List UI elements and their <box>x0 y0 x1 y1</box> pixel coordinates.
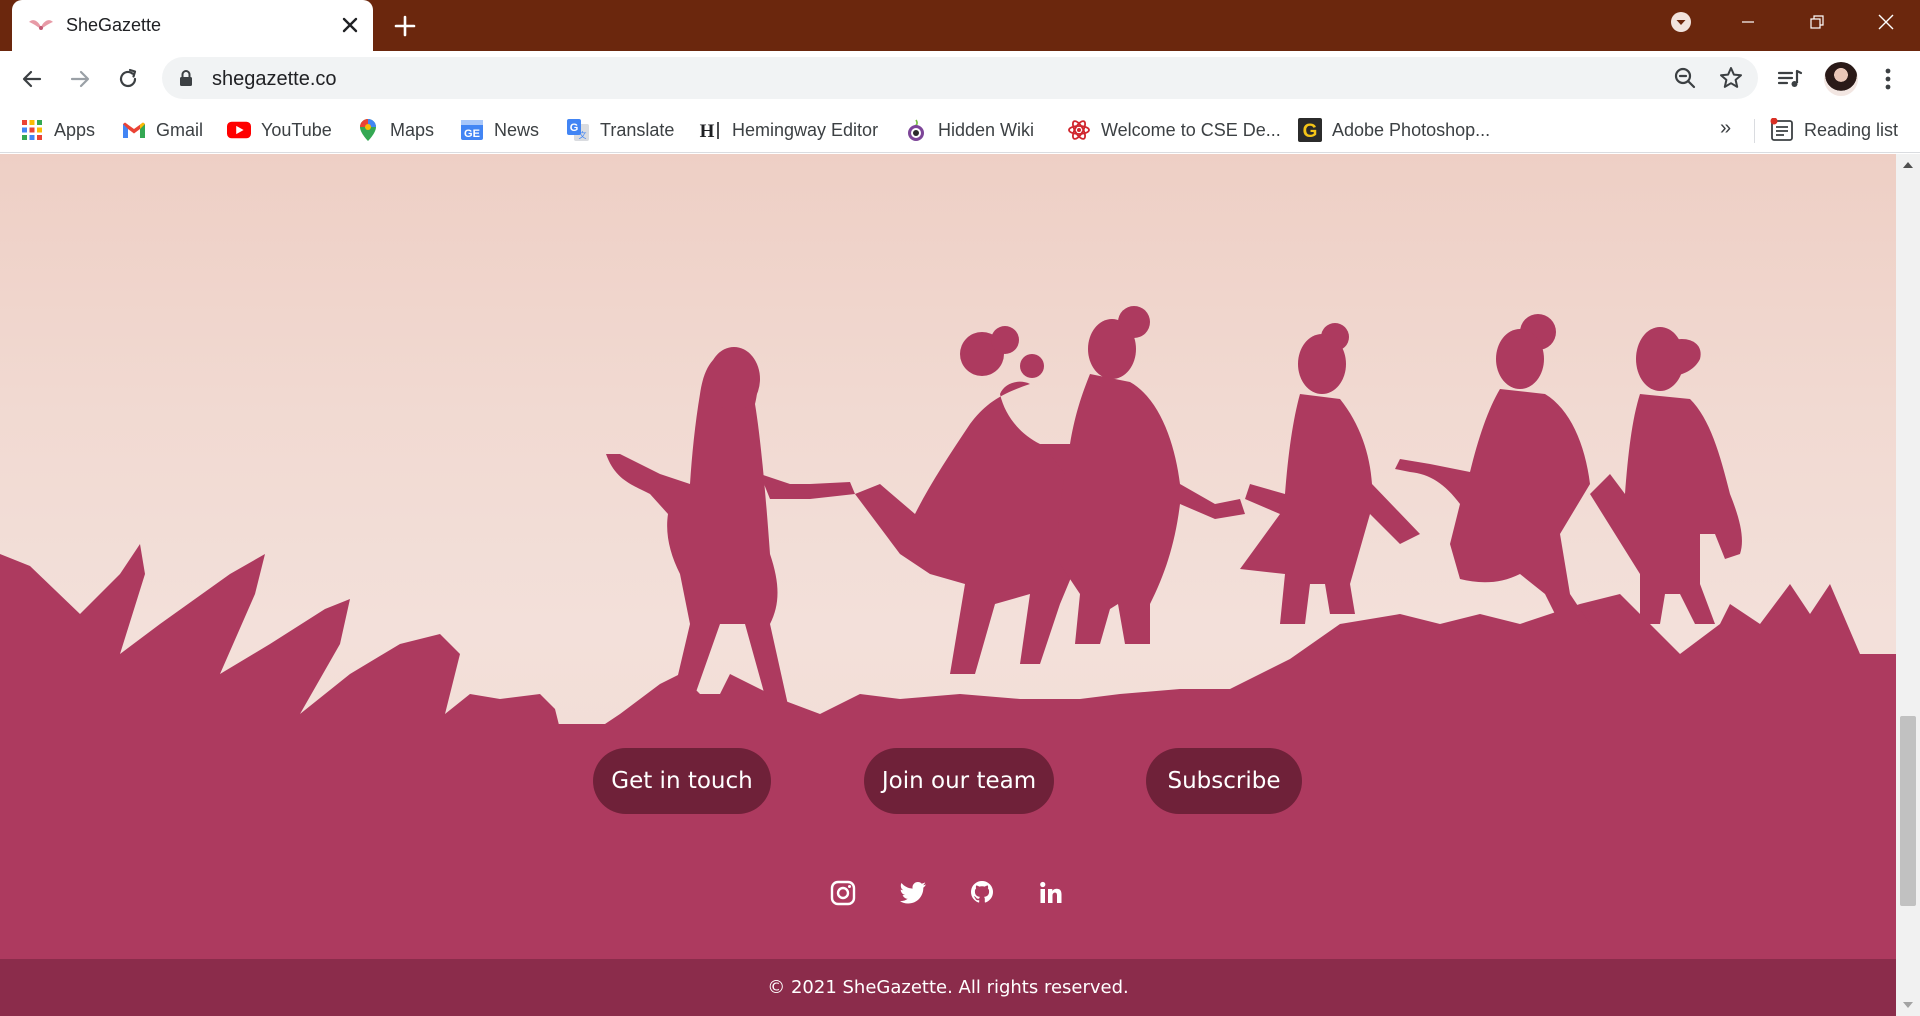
bookmark-photoshop[interactable]: G Adobe Photoshop... <box>1298 113 1490 147</box>
bookmark-news[interactable]: GE News <box>460 113 539 147</box>
forward-button[interactable] <box>64 63 96 95</box>
bookmark-label: Hemingway Editor <box>732 119 879 140</box>
tab-close-icon[interactable] <box>336 11 364 39</box>
shegazette-favicon-icon <box>29 20 53 30</box>
copyright-bar: © 2021 SheGazette. All rights reserved. <box>0 959 1896 1016</box>
bookmark-label: Maps <box>390 119 435 140</box>
profile-avatar[interactable] <box>1824 62 1858 96</box>
github-link[interactable] <box>965 876 999 910</box>
tab-search-button[interactable] <box>1650 0 1712 44</box>
reading-list-button[interactable]: Reading list <box>1770 113 1898 147</box>
browser-menu-button[interactable] <box>1872 63 1904 95</box>
tab-search-chevron-icon <box>1671 12 1691 32</box>
new-tab-plus-icon[interactable] <box>390 11 420 41</box>
media-queue-icon <box>1777 69 1803 87</box>
bookmark-label: Welcome to CSE De... <box>1101 119 1281 140</box>
scrollbar-thumb[interactable] <box>1900 716 1916 906</box>
scroll-down-arrow-icon[interactable] <box>1896 994 1920 1016</box>
linkedin-icon <box>1040 881 1062 903</box>
bookmarks-overflow-button[interactable]: » <box>1720 117 1731 140</box>
bookmark-label: Translate <box>600 119 675 140</box>
subscribe-button[interactable]: Subscribe <box>1146 748 1302 814</box>
join-our-team-button[interactable]: Join our team <box>864 748 1054 814</box>
url-text[interactable]: shegazette.co <box>212 68 337 91</box>
bookmark-star-icon[interactable] <box>1718 65 1744 91</box>
kebab-menu-icon <box>1885 68 1891 90</box>
back-arrow-icon <box>22 70 42 88</box>
bookmark-translate[interactable]: G 文 Translate <box>566 113 674 147</box>
address-bar[interactable]: shegazette.co <box>162 57 1758 99</box>
svg-text:G: G <box>570 122 579 134</box>
bookmark-hemingway[interactable]: H Hemingway Editor <box>698 113 878 147</box>
bookmark-label: YouTube <box>261 119 332 140</box>
scroll-up-arrow-icon[interactable] <box>1896 154 1920 176</box>
reading-list-icon <box>1770 118 1793 141</box>
bookmark-label: Apps <box>54 119 96 140</box>
get-in-touch-button[interactable]: Get in touch <box>593 748 771 814</box>
svg-text:H: H <box>700 121 715 141</box>
apps-grid-icon <box>20 118 44 142</box>
youtube-icon <box>227 118 251 142</box>
photoshop-g-icon: G <box>1298 118 1322 142</box>
browser-tab-active[interactable]: SheGazette <box>12 0 373 51</box>
instagram-link[interactable] <box>826 876 860 910</box>
bookmark-maps[interactable]: Maps <box>356 113 434 147</box>
browser-toolbar: shegazette.co <box>0 51 1920 107</box>
linkedin-link[interactable] <box>1034 876 1068 910</box>
bookmark-gmail[interactable]: Gmail <box>122 113 203 147</box>
close-window-icon <box>1878 14 1894 30</box>
restore-button[interactable] <box>1786 0 1848 44</box>
svg-text:GE: GE <box>464 128 480 140</box>
page-scrollbar[interactable] <box>1896 154 1920 1016</box>
tor-onion-icon <box>904 118 928 142</box>
close-window-button[interactable] <box>1855 0 1917 44</box>
copyright-text: © 2021 SheGazette. All rights reserved. <box>767 977 1129 998</box>
tab-title: SheGazette <box>66 15 162 35</box>
translate-icon: G 文 <box>566 118 590 142</box>
minimize-icon <box>1742 21 1754 23</box>
hemingway-icon: H <box>698 118 722 142</box>
lock-icon[interactable] <box>178 69 194 87</box>
twitter-icon <box>899 882 926 904</box>
bookmarks-bar: Apps Gmail YouTube Maps GE News G 文 Tran… <box>0 107 1920 153</box>
bookmark-label: News <box>494 119 540 140</box>
bookmark-apps[interactable]: Apps <box>20 113 95 147</box>
bookmark-cse[interactable]: Welcome to CSE De... <box>1067 113 1281 147</box>
bookmarks-separator <box>1754 119 1755 143</box>
github-icon <box>971 881 993 903</box>
zoom-icon[interactable] <box>1672 65 1698 91</box>
maps-pin-icon <box>356 118 380 142</box>
minimize-button[interactable] <box>1717 0 1779 44</box>
news-icon: GE <box>460 118 484 142</box>
forward-arrow-icon <box>70 70 90 88</box>
bookmark-label: Adobe Photoshop... <box>1332 119 1491 140</box>
gmail-icon <box>122 118 146 142</box>
back-button[interactable] <box>16 63 48 95</box>
twitter-link[interactable] <box>896 876 930 910</box>
bookmark-label: Hidden Wiki <box>938 119 1035 140</box>
page-viewport: Get in touch Join our team Subscribe © 2… <box>0 154 1896 1016</box>
reload-icon <box>119 68 137 88</box>
bookmark-label: Gmail <box>156 119 204 140</box>
bookmark-youtube[interactable]: YouTube <box>227 113 332 147</box>
restore-icon <box>1810 15 1824 29</box>
svg-text:文: 文 <box>579 130 587 140</box>
reading-list-label: Reading list <box>1804 119 1899 140</box>
reload-button[interactable] <box>112 63 144 95</box>
instagram-icon <box>830 880 856 906</box>
bookmark-hidden-wiki[interactable]: Hidden Wiki <box>904 113 1034 147</box>
svg-text:G: G <box>1303 121 1318 142</box>
media-control-button[interactable] <box>1774 63 1806 95</box>
tab-strip: SheGazette <box>0 0 1920 51</box>
atom-icon <box>1067 118 1091 142</box>
